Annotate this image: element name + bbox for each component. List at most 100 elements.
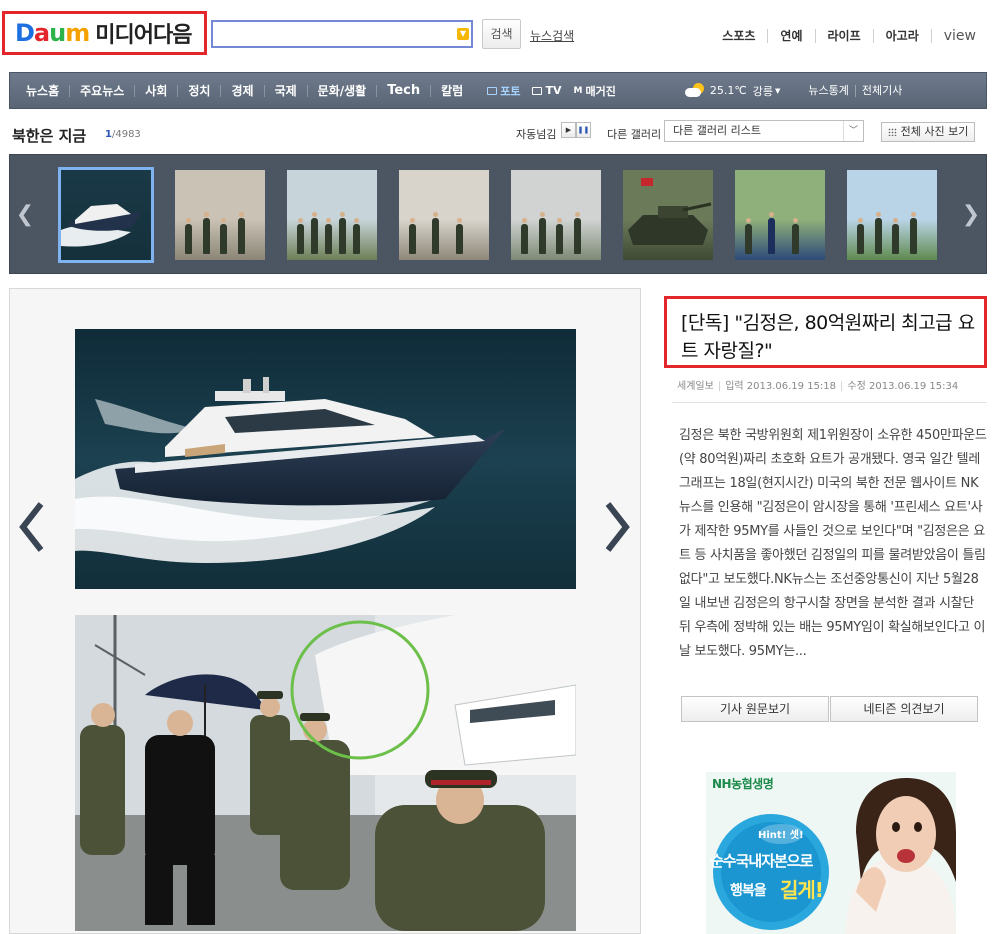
figure [909, 212, 917, 254]
chevron-down-icon: ﹀ [843, 121, 863, 141]
top-links: 스포츠 연예 라이프 아고라 view [710, 29, 976, 43]
figure [432, 212, 440, 254]
logo-suffix: 미디어다음 [95, 23, 192, 48]
thumbnail-strip: ❮ ❯ [9, 154, 987, 274]
figure [237, 212, 245, 254]
figure [745, 218, 752, 254]
thumbnail-group-outdoor[interactable] [287, 170, 377, 260]
autoplay-label: 자동넘김 [516, 128, 557, 141]
search-input[interactable] [213, 22, 471, 46]
top-link-agora[interactable]: 아고라 [872, 29, 931, 43]
view-all-photos-button[interactable]: 전체 사진 보기 [881, 122, 975, 142]
nav-item-world[interactable]: 국제 [265, 82, 307, 99]
media-magazine-label: 매거진 [585, 84, 616, 98]
gallery-current: 1 [105, 129, 112, 140]
ad-line2a: 행복을 [730, 883, 767, 899]
weather-widget[interactable]: 25.1℃ 강릉 ▼ [684, 82, 781, 99]
nav-item-tech[interactable]: Tech [377, 83, 430, 98]
figure [311, 212, 318, 254]
figure [573, 212, 581, 254]
chevron-right-icon[interactable]: ❯ [956, 155, 986, 273]
figure [857, 218, 864, 254]
search-button[interactable]: 검색 [482, 19, 521, 49]
figure [874, 212, 882, 254]
nav-item-politics[interactable]: 정치 [178, 82, 220, 99]
nav-item-column[interactable]: 칼럼 [431, 82, 473, 99]
figure [409, 218, 416, 254]
thumbnail-soldiers-indoor[interactable] [175, 170, 265, 260]
weather-city: 강릉 [752, 84, 773, 98]
all-articles-link[interactable]: 전체기사 [854, 84, 908, 97]
logo-letter: m [65, 19, 90, 47]
media-tv[interactable]: TV [526, 84, 567, 97]
header: D a u m 미디어다음 ▼ 검색 뉴스검색 스포츠 연예 라이프 아고라 v… [0, 0, 1002, 70]
thumbnail-group-inspect[interactable] [399, 170, 489, 260]
prev-photo-icon[interactable] [19, 501, 45, 553]
gallery-select[interactable]: 다른 갤러리 리스트 ﹀ [664, 120, 864, 142]
partly-cloudy-icon [684, 82, 706, 99]
top-link-view[interactable]: view [930, 29, 976, 43]
nav-item-news-home[interactable]: 뉴스홈 [16, 82, 69, 99]
chevron-down-icon[interactable]: ▼ [457, 28, 469, 40]
news-stats-link[interactable]: 뉴스통계 [802, 84, 854, 97]
nav-item-top-news[interactable]: 주요뉴스 [70, 82, 134, 99]
article-headline[interactable]: [단독] "김정은, 80억원짜리 최고급 요트 자랑질?" [681, 309, 976, 365]
autoplay-controls: ▶ ❚❚ [561, 122, 591, 138]
chevron-down-icon: ▼ [774, 86, 781, 95]
article-meta: 세계일보 | 입력 2013.06.19 15:18 | 수정 2013.06.19 1… [677, 381, 959, 392]
media-tv-label: TV [545, 84, 562, 97]
figure [353, 218, 360, 254]
figure [325, 218, 332, 254]
view-opinions-button[interactable]: 네티즌 의견보기 [830, 696, 978, 722]
news-search-link[interactable]: 뉴스검색 [530, 27, 574, 44]
gallery-bar: 북한은 지금 1/4983 자동넘김 ▶ ❚❚ 다른 갤러리 다른 갤러리 리스… [10, 118, 980, 148]
figure [556, 218, 563, 254]
thumbnail-tank[interactable] [623, 170, 713, 260]
ad-banner[interactable]: NH농협생명 Hint! 셋! 순수국내자본으로 행복을 길게! [706, 772, 956, 934]
camera-icon [487, 86, 498, 95]
figure [185, 218, 192, 254]
top-link-life[interactable]: 라이프 [814, 29, 873, 43]
news-nav-bar: 뉴스홈 주요뉴스 사회 정치 경제 국제 문화/생활 Tech 칼럼 포토 TV… [9, 72, 987, 109]
thumbnail-yacht[interactable] [58, 167, 154, 263]
nav-item-economy[interactable]: 경제 [221, 82, 263, 99]
nav-item-culture[interactable]: 문화/생활 [308, 82, 377, 99]
article-body: 김정은 북한 국방위원회 제1위원장이 소유한 450만파운드(약 80억원)짜… [679, 428, 987, 659]
grid-icon [887, 128, 897, 136]
figure [202, 212, 210, 254]
inspection-photo[interactable] [75, 615, 576, 931]
top-link-sports[interactable]: 스포츠 [710, 29, 767, 43]
figure [297, 218, 304, 254]
figure [220, 218, 227, 254]
thumbnail-group-indoor[interactable] [511, 170, 601, 260]
play-icon[interactable]: ▶ [561, 122, 576, 138]
article-edit-time: 수정 2013.06.19 15:34 [847, 381, 959, 392]
top-link-entertainment[interactable]: 연예 [767, 29, 814, 43]
logo-letter: a [33, 19, 50, 47]
figure [538, 212, 546, 254]
ad-line1: 순수국내자본으로 [710, 852, 813, 870]
figure [768, 212, 776, 254]
view-original-button[interactable]: 기사 원문보기 [681, 696, 829, 722]
figure [339, 212, 346, 254]
media-photo-label: 포토 [500, 84, 521, 98]
media-photo[interactable]: 포토 [481, 83, 526, 99]
next-photo-icon[interactable] [604, 501, 630, 553]
nav-item-society[interactable]: 사회 [135, 82, 177, 99]
thumbnail-group-road[interactable] [847, 170, 937, 260]
chevron-left-icon[interactable]: ❮ [10, 155, 40, 273]
gallery-select-value: 다른 갤러리 리스트 [673, 124, 761, 137]
logo-letter: u [49, 19, 66, 47]
daum-logo[interactable]: D a u m 미디어다음 [2, 11, 207, 55]
thumbnail-waving[interactable] [735, 170, 825, 260]
search-box: ▼ [211, 20, 473, 48]
view-all-photos-label: 전체 사진 보기 [900, 125, 969, 138]
ad-brand: NH농협생명 [712, 777, 774, 791]
divider [672, 402, 987, 403]
yacht-photo[interactable] [75, 329, 576, 589]
media-magazine[interactable]: M 매거진 [568, 83, 622, 99]
nav-right-links: 뉴스통계 전체기사 [802, 84, 908, 97]
logo-mark: D a u m [15, 19, 90, 47]
pause-icon[interactable]: ❚❚ [576, 122, 591, 138]
photo-viewer [9, 288, 641, 934]
